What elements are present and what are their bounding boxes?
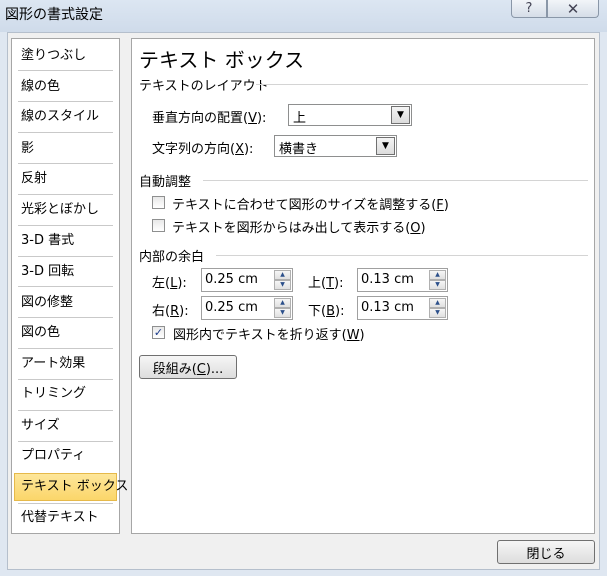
spin-up-icon[interactable]: ▲ <box>274 298 291 308</box>
sidebar-item-crop[interactable]: トリミング <box>14 380 117 408</box>
resize-shape-label: テキストに合わせて図形のサイズを調整する(F) <box>172 198 449 213</box>
margin-bottom-stepper[interactable]: 0.13 cm ▲ ▼ <box>357 296 448 320</box>
sidebar-item-line-style[interactable]: 線のスタイル <box>14 103 117 131</box>
sidebar-item-label: 3-D 回転 <box>21 264 75 279</box>
margin-left-value: 0.25 cm <box>205 272 258 287</box>
page-title: テキスト ボックス <box>139 48 305 72</box>
divider <box>18 286 113 287</box>
window-title: 図形の書式設定 <box>5 7 103 23</box>
sidebar-item-label: 図の色 <box>21 325 61 340</box>
section-divider <box>216 255 588 256</box>
sidebar-item-picture-color[interactable]: 図の色 <box>14 319 117 347</box>
sidebar-item-alt-text[interactable]: 代替テキスト <box>14 504 117 532</box>
sidebar-item-properties[interactable]: プロパティ <box>14 442 117 470</box>
margin-top-value: 0.13 cm <box>361 272 414 287</box>
sidebar-item-label: アート効果 <box>21 356 86 371</box>
columns-button[interactable]: 段組み(C)... <box>139 355 237 379</box>
sidebar-item-label: サイズ <box>21 418 60 433</box>
margin-top-label: 上(T): <box>308 276 344 291</box>
margin-right-value: 0.25 cm <box>205 300 258 315</box>
spin-up-icon[interactable]: ▲ <box>429 298 446 308</box>
spin-down-icon[interactable]: ▼ <box>429 308 446 318</box>
wrap-text-checkbox[interactable]: ✓ <box>152 326 165 339</box>
sidebar-item-label: 塗りつぶし <box>21 48 87 63</box>
divider <box>18 225 113 226</box>
margin-right-stepper[interactable]: 0.25 cm ▲ ▼ <box>201 296 293 320</box>
chevron-down-icon[interactable]: ▼ <box>391 106 410 124</box>
spin-up-icon[interactable]: ▲ <box>429 270 446 280</box>
margin-left-label: 左(L): <box>152 276 187 291</box>
text-direction-value: 横書き <box>279 142 319 157</box>
divider <box>18 70 113 71</box>
help-button[interactable]: ? <box>511 0 547 18</box>
sidebar-item-label: 線のスタイル <box>21 109 100 124</box>
spin-down-icon[interactable]: ▼ <box>274 280 291 290</box>
help-icon: ? <box>525 1 533 16</box>
sidebar-item-reflection[interactable]: 反射 <box>14 165 117 193</box>
sidebar-item-fill[interactable]: 塗りつぶし <box>14 42 117 70</box>
category-list: 塗りつぶし 線の色 線のスタイル 影 反射 光彩とぼかし 3-D 書式 3-D … <box>11 38 128 534</box>
close-icon: ✕ <box>566 0 580 18</box>
wrap-text-label: 図形内でテキストを折り返す(W) <box>173 328 365 343</box>
sidebar-item-label: 代替テキスト <box>21 510 99 525</box>
overflow-label: テキストを図形からはみ出して表示する(O) <box>172 221 426 236</box>
divider <box>18 101 113 102</box>
overflow-checkbox[interactable] <box>152 219 165 232</box>
sidebar-item-3d-rotation[interactable]: 3-D 回転 <box>14 258 117 286</box>
sidebar-item-size[interactable]: サイズ <box>14 412 117 440</box>
divider <box>18 348 113 349</box>
window-close-button[interactable]: ✕ <box>547 0 599 18</box>
sidebar-item-label: 影 <box>21 141 35 156</box>
sidebar-item-picture-corrections[interactable]: 図の修整 <box>14 289 117 317</box>
sidebar-item-shadow[interactable]: 影 <box>14 135 117 163</box>
sidebar-item-label: トリミング <box>21 386 87 401</box>
divider <box>18 132 113 133</box>
sidebar-item-line-color[interactable]: 線の色 <box>14 73 117 101</box>
margin-bottom-label: 下(B): <box>308 304 345 319</box>
checkmark-icon: ✓ <box>153 326 164 339</box>
sidebar-item-label: テキスト ボックス <box>21 479 129 494</box>
section-text-layout: テキストのレイアウト <box>139 79 269 94</box>
divider <box>18 317 113 318</box>
close-button[interactable]: 閉じる <box>497 540 595 564</box>
sidebar-item-text-box[interactable]: テキスト ボックス <box>14 473 128 501</box>
columns-button-label: 段組み(C)... <box>152 361 224 377</box>
sidebar-item-label: プロパティ <box>21 448 86 463</box>
divider <box>18 194 113 195</box>
title-bar: 図形の書式設定 ? ✕ <box>0 0 607 32</box>
spin-down-icon[interactable]: ▼ <box>429 280 446 290</box>
margin-top-stepper[interactable]: 0.13 cm ▲ ▼ <box>357 268 448 292</box>
text-direction-select[interactable]: 横書き ▼ <box>274 135 397 157</box>
sidebar-item-3d-format[interactable]: 3-D 書式 <box>14 227 117 255</box>
sidebar-item-label: 反射 <box>21 171 48 186</box>
sidebar-item-label: 線の色 <box>21 79 61 94</box>
section-divider <box>203 180 588 181</box>
vertical-align-select[interactable]: 上 ▼ <box>288 104 412 126</box>
close-button-label: 閉じる <box>526 546 566 562</box>
margin-left-stepper[interactable]: 0.25 cm ▲ ▼ <box>201 268 293 292</box>
vertical-align-value: 上 <box>293 111 307 126</box>
spin-up-icon[interactable]: ▲ <box>274 270 291 280</box>
text-direction-label: 文字列の方向(X): <box>152 142 254 157</box>
sidebar-item-label: 図の修整 <box>21 295 74 310</box>
sidebar-item-glow[interactable]: 光彩とぼかし <box>14 196 117 224</box>
divider <box>18 256 113 257</box>
margin-bottom-value: 0.13 cm <box>361 300 414 315</box>
section-internal-margin: 内部の余白 <box>139 250 205 265</box>
chevron-down-icon[interactable]: ▼ <box>376 137 395 155</box>
section-divider <box>256 84 588 85</box>
section-autofit: 自動調整 <box>139 175 192 190</box>
divider <box>18 163 113 164</box>
vertical-align-label: 垂直方向の配置(V): <box>152 111 267 126</box>
sidebar-item-artistic-effects[interactable]: アート効果 <box>14 350 117 378</box>
margin-right-label: 右(R): <box>152 304 189 319</box>
sidebar-item-label: 3-D 書式 <box>21 233 75 248</box>
divider <box>18 410 113 411</box>
resize-shape-checkbox[interactable] <box>152 196 165 209</box>
sidebar-item-label: 光彩とぼかし <box>21 202 100 217</box>
spin-down-icon[interactable]: ▼ <box>274 308 291 318</box>
